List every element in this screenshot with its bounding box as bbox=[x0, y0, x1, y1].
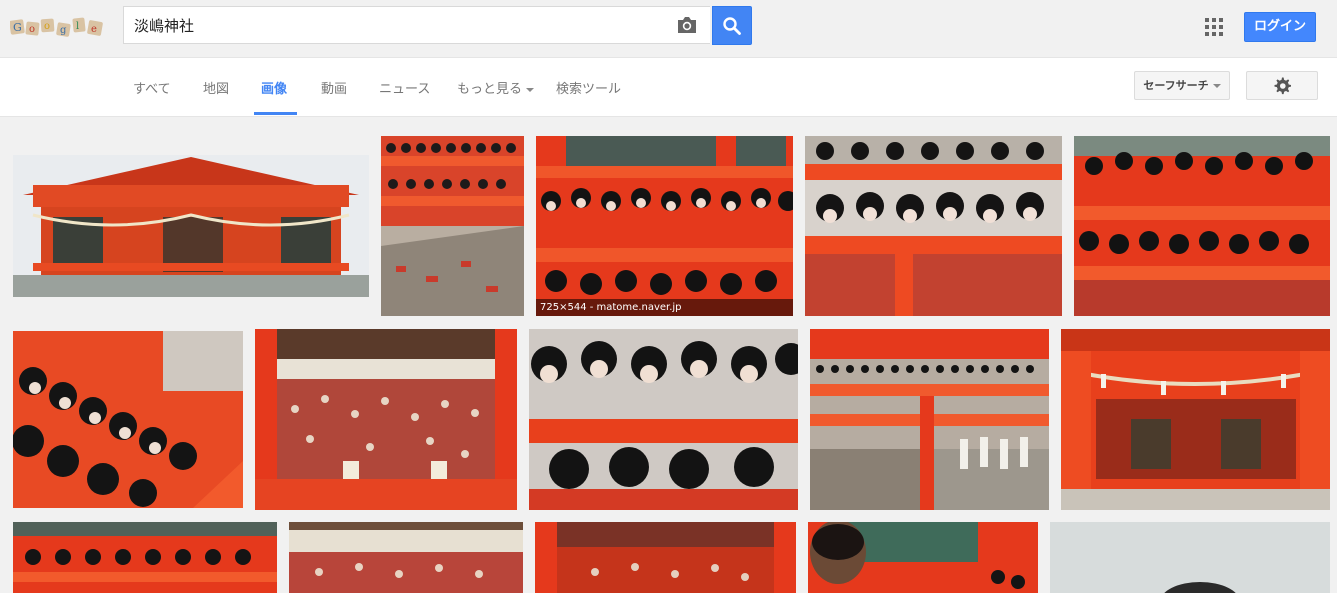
apps-grid-icon[interactable] bbox=[1205, 18, 1223, 36]
doll-rows-photo bbox=[805, 136, 1062, 316]
shrine-hall-photo bbox=[13, 155, 369, 297]
doll-rows-photo bbox=[808, 522, 1038, 593]
image-hover-caption: 725×544 - matome.naver.jp bbox=[536, 299, 793, 316]
tab-news[interactable]: ニュース bbox=[379, 78, 430, 97]
top-bar: G o o g l e ログイン bbox=[0, 0, 1337, 58]
search-button[interactable] bbox=[712, 6, 752, 45]
image-result-thumbnail[interactable] bbox=[255, 329, 517, 510]
safesearch-button[interactable]: セーフサーチ bbox=[1134, 71, 1230, 100]
settings-button[interactable] bbox=[1246, 71, 1318, 100]
dropdown-caret-icon bbox=[1212, 84, 1221, 88]
tab-more[interactable]: もっと見る bbox=[457, 78, 535, 97]
image-result-thumbnail[interactable] bbox=[13, 331, 243, 508]
grey-photo bbox=[1050, 522, 1330, 593]
image-result-thumbnail[interactable]: 725×544 - matome.naver.jp bbox=[536, 136, 793, 316]
tab-videos[interactable]: 動画 bbox=[321, 78, 347, 97]
tab-search-tools[interactable]: 検索ツール bbox=[556, 78, 621, 97]
tab-images[interactable]: 画像 bbox=[261, 78, 287, 97]
image-result-thumbnail[interactable] bbox=[1061, 329, 1330, 510]
gear-icon bbox=[1274, 77, 1291, 95]
hina-dolls-photo bbox=[255, 329, 517, 510]
doll-stairs-photo bbox=[810, 329, 1049, 510]
tab-more-label: もっと見る bbox=[457, 82, 523, 97]
image-result-thumbnail[interactable] bbox=[805, 136, 1062, 316]
tab-maps[interactable]: 地図 bbox=[203, 78, 229, 97]
image-result-thumbnail[interactable] bbox=[535, 522, 796, 593]
doll-rows-photo bbox=[529, 329, 798, 510]
svg-text:o: o bbox=[29, 24, 35, 35]
doll-rows-photo bbox=[13, 331, 243, 508]
svg-text:g: g bbox=[60, 25, 67, 36]
doll-rows-photo bbox=[1074, 136, 1330, 316]
image-result-thumbnail[interactable] bbox=[1050, 522, 1330, 593]
image-result-thumbnail[interactable] bbox=[1074, 136, 1330, 316]
image-result-thumbnail[interactable] bbox=[808, 522, 1038, 593]
image-result-thumbnail[interactable] bbox=[381, 136, 524, 316]
hina-dolls-photo bbox=[535, 522, 796, 593]
image-result-thumbnail[interactable] bbox=[13, 522, 277, 593]
google-doodle-logo[interactable]: G o o g l e bbox=[10, 14, 106, 40]
dropdown-caret-icon bbox=[526, 87, 535, 92]
login-button[interactable]: ログイン bbox=[1244, 12, 1316, 42]
camera-icon[interactable] bbox=[676, 16, 698, 34]
svg-text:l: l bbox=[76, 21, 79, 32]
shrine-hall-photo bbox=[1061, 329, 1330, 510]
image-result-thumbnail[interactable] bbox=[13, 155, 369, 297]
safesearch-label: セーフサーチ bbox=[1143, 79, 1209, 92]
image-result-thumbnail[interactable] bbox=[289, 522, 523, 593]
tab-all[interactable]: すべて bbox=[133, 78, 171, 97]
image-result-thumbnail[interactable] bbox=[810, 329, 1049, 510]
active-tab-indicator bbox=[254, 112, 297, 115]
svg-text:e: e bbox=[91, 24, 97, 35]
hina-dolls-photo bbox=[289, 522, 523, 593]
search-input[interactable] bbox=[134, 16, 674, 34]
doll-rows-photo bbox=[536, 136, 793, 316]
search-box bbox=[123, 6, 710, 44]
svg-text:o: o bbox=[44, 21, 50, 32]
image-result-thumbnail[interactable] bbox=[529, 329, 798, 510]
search-icon bbox=[723, 17, 741, 35]
svg-text:G: G bbox=[13, 21, 22, 34]
doll-rows-photo bbox=[13, 522, 277, 593]
doll-stairs-photo bbox=[381, 136, 524, 316]
